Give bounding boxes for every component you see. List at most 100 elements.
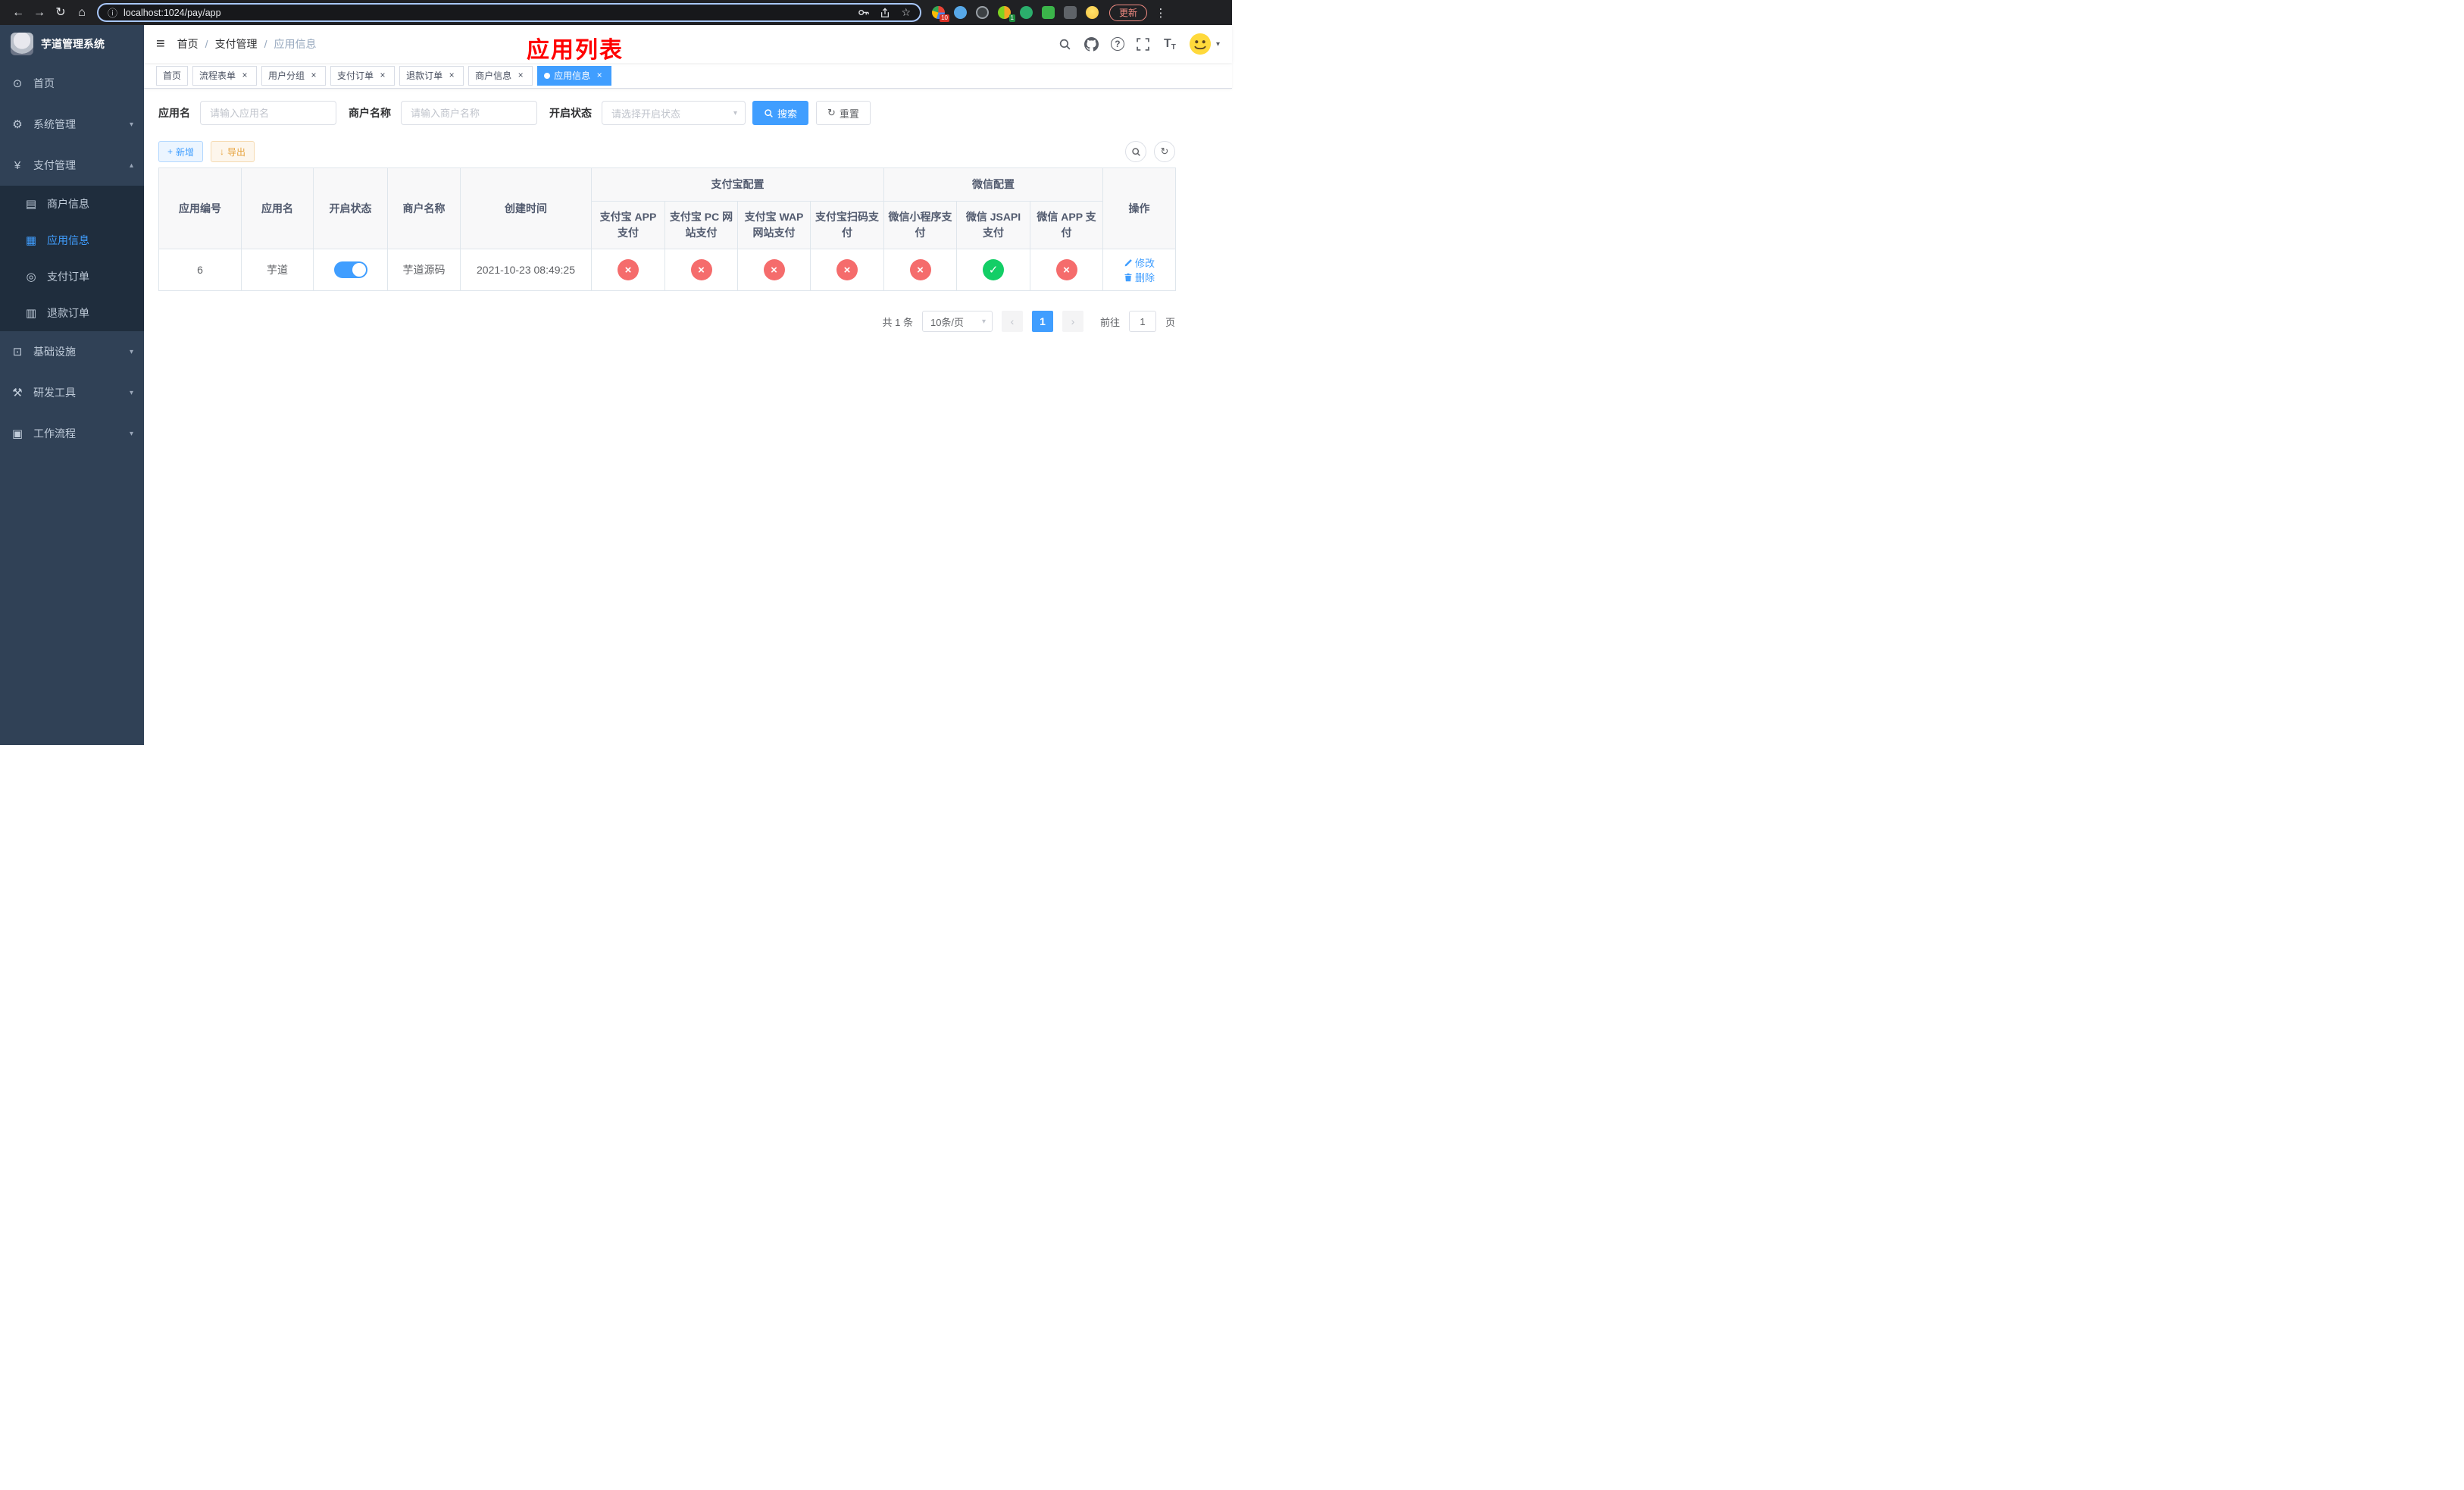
sidebar-item-pay-orders[interactable]: ◎ 支付订单 bbox=[0, 258, 144, 295]
close-icon[interactable]: × bbox=[377, 70, 388, 81]
filter-form: 应用名 商户名称 开启状态 请选择开启状态 ▾ 搜索 bbox=[158, 101, 1175, 125]
logo-title: 芋道管理系统 bbox=[41, 38, 105, 50]
app-header: ≡ 首页 / 支付管理 / 应用信息 应用列表 ? T T ▾ bbox=[144, 25, 1232, 63]
address-bar[interactable]: ⓘ localhost:1024/pay/app ☆ bbox=[97, 3, 921, 22]
refresh-icon: ↻ bbox=[1160, 146, 1169, 157]
cell-app-id: 6 bbox=[158, 249, 242, 291]
sidebar-item-refund-orders[interactable]: ▥ 退款订单 bbox=[0, 295, 144, 331]
breadcrumb-current: 应用信息 bbox=[274, 38, 317, 50]
sidebar-item-dev-tools[interactable]: ⚒ 研发工具 ▾ bbox=[0, 372, 144, 413]
close-icon[interactable]: × bbox=[446, 70, 457, 81]
avatar-caret-icon: ▾ bbox=[1215, 39, 1220, 49]
sidebar-item-home[interactable]: ⊙ 首页 bbox=[0, 63, 144, 104]
extension-icon[interactable] bbox=[1086, 6, 1099, 19]
sidebar-item-payment[interactable]: ¥ 支付管理 ▴ bbox=[0, 145, 144, 186]
close-icon[interactable]: × bbox=[308, 70, 319, 81]
prev-page-button[interactable]: ‹ bbox=[1001, 311, 1023, 332]
extension-icon[interactable] bbox=[1020, 6, 1033, 19]
extension-icon[interactable] bbox=[1042, 6, 1055, 19]
cell-merchant: 芋道源码 bbox=[387, 249, 461, 291]
chevron-down-icon: ▾ bbox=[129, 120, 133, 129]
tab-app-info[interactable]: 应用信息 × bbox=[537, 65, 612, 86]
share-icon[interactable] bbox=[880, 7, 890, 18]
status-select[interactable]: 请选择开启状态 ▾ bbox=[602, 101, 746, 125]
logo[interactable]: 芋道管理系统 bbox=[0, 25, 144, 63]
sidebar-item-label: 基础设施 bbox=[33, 346, 76, 358]
chevron-up-icon: ▴ bbox=[129, 161, 133, 170]
site-info-icon[interactable]: ⓘ bbox=[108, 5, 117, 20]
order-icon: ◎ bbox=[26, 271, 36, 283]
col-alipay-app: 支付宝 APP 支付 bbox=[591, 201, 665, 249]
close-icon[interactable]: × bbox=[515, 70, 526, 81]
user-avatar[interactable]: ▾ bbox=[1189, 33, 1220, 55]
browser-reload-button[interactable]: ↻ bbox=[50, 2, 71, 23]
config-status-icon: × bbox=[763, 259, 785, 280]
fullscreen-icon[interactable] bbox=[1136, 36, 1151, 52]
tab-process-form[interactable]: 流程表单 × bbox=[192, 65, 258, 86]
col-alipay-wap: 支付宝 WAP 网站支付 bbox=[737, 201, 811, 249]
col-wx-app: 微信 APP 支付 bbox=[1029, 201, 1104, 249]
breadcrumb-home[interactable]: 首页 bbox=[177, 36, 199, 52]
goto-page-input[interactable] bbox=[1128, 311, 1156, 332]
export-button[interactable]: ↓ 导出 bbox=[211, 141, 255, 162]
gear-icon: ⚙ bbox=[12, 118, 23, 131]
tab-refund-orders[interactable]: 退款订单 × bbox=[399, 65, 464, 86]
tab-pay-orders[interactable]: 支付订单 × bbox=[330, 65, 396, 86]
config-status-icon: ✓ bbox=[983, 259, 1004, 280]
delete-button[interactable]: 删除 bbox=[1124, 270, 1155, 284]
search-button[interactable]: 搜索 bbox=[752, 101, 809, 125]
next-page-button[interactable]: › bbox=[1062, 311, 1083, 332]
tab-merchant-info[interactable]: 商户信息 × bbox=[468, 65, 533, 86]
logo-avatar bbox=[11, 33, 33, 55]
github-icon[interactable] bbox=[1084, 36, 1099, 52]
search-icon[interactable] bbox=[1058, 36, 1073, 52]
page-size-select[interactable]: 10条/页 ▾ bbox=[921, 311, 993, 332]
document-icon: ▥ bbox=[25, 307, 37, 320]
breadcrumb-payment[interactable]: 支付管理 bbox=[215, 36, 258, 52]
reset-button[interactable]: ↻ 重置 bbox=[816, 101, 871, 125]
tab-home[interactable]: 首页 bbox=[156, 65, 189, 86]
sidebar-item-workflow[interactable]: ▣ 工作流程 ▾ bbox=[0, 413, 144, 454]
cell-actions: 修改 删除 bbox=[1102, 249, 1177, 291]
browser-update-button[interactable]: 更新 bbox=[1109, 4, 1148, 21]
yen-icon: ¥ bbox=[14, 158, 21, 172]
cell-created: 2021-10-23 08:49:25 bbox=[460, 249, 592, 291]
tab-user-group[interactable]: 用户分组 × bbox=[261, 65, 327, 86]
browser-home-button[interactable]: ⌂ bbox=[71, 2, 92, 23]
sidebar-item-app-info[interactable]: ▦ 应用信息 bbox=[0, 222, 144, 258]
toggle-search-button[interactable] bbox=[1125, 141, 1146, 162]
plus-icon: + bbox=[167, 146, 174, 157]
extension-icon[interactable] bbox=[954, 6, 967, 19]
app-name-input[interactable] bbox=[200, 101, 336, 125]
browser-menu-icon[interactable]: ⋮ bbox=[1155, 6, 1167, 20]
col-alipay-scan: 支付宝扫码支付 bbox=[810, 201, 884, 249]
sidebar-item-label: 系统管理 bbox=[33, 118, 76, 130]
sidebar-item-merchant-info[interactable]: ▤ 商户信息 bbox=[0, 186, 144, 222]
merchant-name-input[interactable] bbox=[401, 101, 537, 125]
help-icon[interactable]: ? bbox=[1110, 37, 1124, 51]
sidebar-item-infrastructure[interactable]: ⊡ 基础设施 ▾ bbox=[0, 331, 144, 372]
close-icon[interactable]: × bbox=[594, 70, 605, 81]
password-key-icon[interactable] bbox=[858, 7, 870, 18]
close-icon[interactable]: × bbox=[239, 70, 250, 81]
extension-icon[interactable]: 1 bbox=[998, 6, 1015, 22]
bookmark-star-icon[interactable]: ☆ bbox=[901, 6, 911, 19]
app-name-label: 应用名 bbox=[158, 107, 190, 119]
page-number-button[interactable]: 1 bbox=[1031, 311, 1053, 332]
browser-forward-button[interactable]: → bbox=[29, 2, 50, 23]
edit-button[interactable]: 修改 bbox=[1124, 255, 1155, 270]
config-status-icon: × bbox=[836, 259, 858, 280]
col-alipay-pc: 支付宝 PC 网站支付 bbox=[664, 201, 738, 249]
col-group-wechat: 微信配置 bbox=[883, 167, 1104, 202]
add-button[interactable]: + 新增 bbox=[158, 141, 204, 162]
font-size-icon[interactable]: TT bbox=[1162, 36, 1177, 52]
browser-back-button[interactable]: ← bbox=[8, 2, 29, 23]
monitor-icon: ⊡ bbox=[12, 346, 23, 358]
status-toggle[interactable] bbox=[333, 261, 367, 278]
extension-icon[interactable] bbox=[1064, 6, 1077, 19]
sidebar-toggle-icon[interactable]: ≡ bbox=[156, 36, 165, 52]
refresh-button[interactable]: ↻ bbox=[1154, 141, 1175, 162]
extension-icon[interactable] bbox=[976, 6, 989, 19]
extension-icon[interactable]: 10 bbox=[932, 6, 949, 22]
sidebar-item-system[interactable]: ⚙ 系统管理 ▾ bbox=[0, 104, 144, 145]
